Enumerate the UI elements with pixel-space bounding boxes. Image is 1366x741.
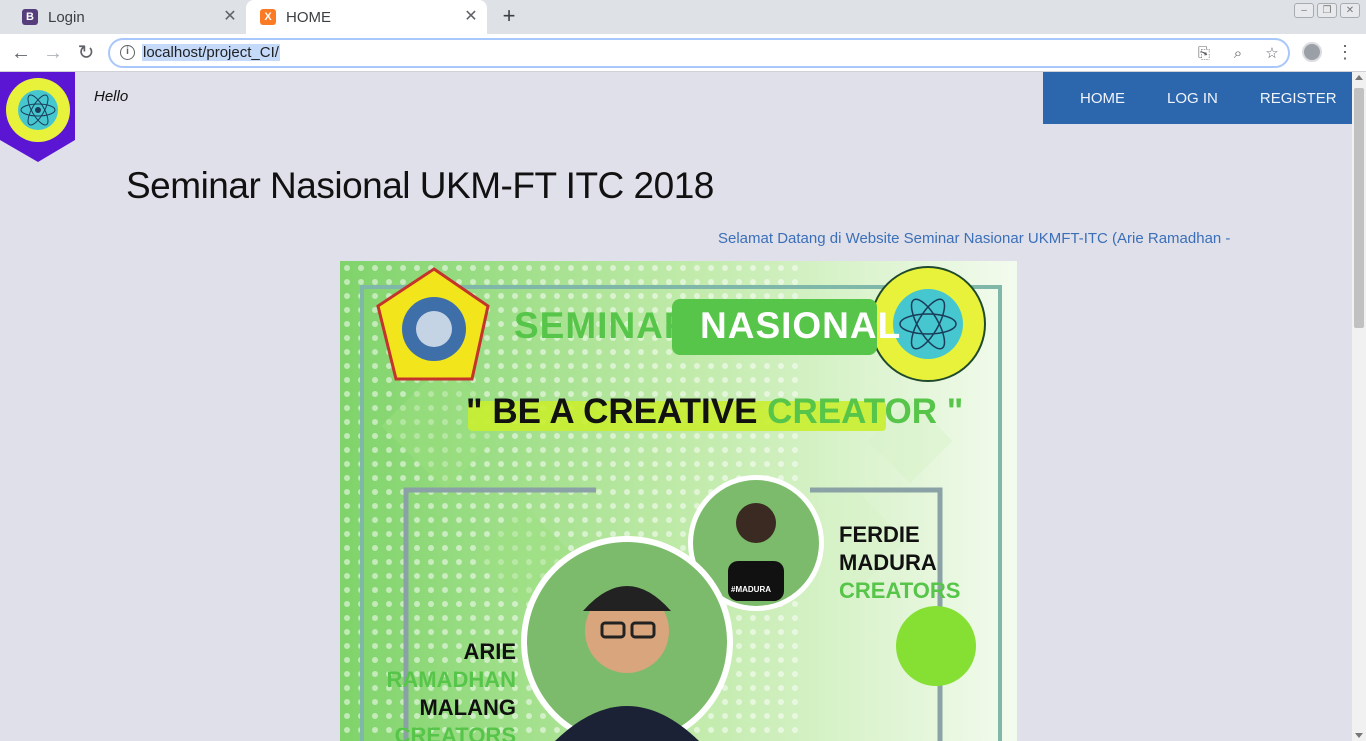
xampp-favicon-icon: X — [260, 9, 276, 25]
tagline-black: " BE A CREATIVE — [466, 392, 758, 431]
window-controls: – ❐ ✕ — [1294, 3, 1360, 18]
page-content: Hello HOME LOG IN REGISTER Seminar Nasio… — [0, 72, 1352, 741]
greeting-text: Hello — [94, 88, 129, 105]
forward-arrow-icon[interactable]: → — [42, 42, 64, 64]
profile-avatar[interactable] — [1302, 42, 1322, 62]
zoom-icon[interactable]: ⌕ — [1228, 44, 1248, 64]
reload-icon[interactable]: ↻ — [75, 42, 97, 64]
speaker2-first: ARIE — [463, 639, 516, 664]
poster-nasional-label: NASIONAL — [700, 305, 902, 346]
tagline-green: CREATOR " — [767, 392, 964, 431]
browser-tab-strip: B Login ✕ X HOME ✕ + – ❐ ✕ — [0, 0, 1366, 34]
poster-seminar-label: SEMINAR — [514, 305, 692, 346]
nav-home-link[interactable]: HOME — [1080, 90, 1125, 107]
speaker2-name: ARIE RAMADHAN — [352, 638, 516, 694]
speaker2-last: RAMADHAN — [386, 667, 516, 692]
seminar-poster: SEMINAR NASIONAL " BE A CREATIVE CREATOR… — [340, 261, 1017, 741]
speaker1-org: MADURA CREATORS — [839, 549, 1017, 605]
browser-toolbar: ← → ↻ i localhost/project_CI/ ⎘ ⌕ ☆ ⋮ — [0, 34, 1366, 72]
close-window-icon[interactable]: ✕ — [1340, 3, 1360, 18]
bookmark-star-icon[interactable]: ☆ — [1262, 44, 1282, 64]
scroll-down-icon[interactable] — [1355, 733, 1363, 738]
scrollbar-thumb[interactable] — [1354, 88, 1364, 328]
close-tab-icon[interactable]: ✕ — [463, 9, 479, 25]
poster-tagline: " BE A CREATIVE CREATOR " — [466, 392, 963, 432]
nav-register-link[interactable]: REGISTER — [1260, 90, 1337, 107]
new-tab-button[interactable]: + — [498, 5, 520, 27]
speaker2-city: MALANG — [419, 695, 516, 720]
faculty-logo-icon[interactable] — [0, 72, 75, 162]
tab-home[interactable]: X HOME ✕ — [246, 0, 487, 34]
url-text[interactable]: localhost/project_CI/ — [142, 44, 280, 61]
speaker1-name: FERDIE — [839, 522, 920, 547]
speaker1-caption: FERDIE MADURA CREATORS — [839, 521, 1017, 605]
speaker1-city: MADURA — [839, 550, 936, 575]
speaker2-group: CREATORS — [394, 723, 516, 741]
nav-login-link[interactable]: LOG IN — [1167, 90, 1218, 107]
tab-title: HOME — [286, 8, 331, 26]
menu-kebab-icon[interactable]: ⋮ — [1336, 40, 1354, 64]
shirt-text: #MADURA — [731, 585, 771, 594]
back-arrow-icon[interactable]: ← — [10, 42, 32, 64]
address-bar[interactable]: i localhost/project_CI/ ⎘ ⌕ ☆ — [108, 38, 1290, 68]
site-info-icon[interactable]: i — [120, 45, 135, 60]
restore-icon[interactable]: ❐ — [1317, 3, 1337, 18]
speaker2-org: MALANG CREATORS — [352, 694, 516, 741]
close-tab-icon[interactable]: ✕ — [222, 9, 238, 25]
page-scrollbar[interactable] — [1352, 72, 1366, 741]
scroll-up-icon[interactable] — [1355, 75, 1363, 80]
speaker1-group: CREATORS — [839, 578, 961, 603]
welcome-marquee: Selamat Datang di Website Seminar Nasion… — [718, 230, 1231, 247]
speaker2-caption: ARIE RAMADHAN MALANG CREATORS — [352, 638, 516, 741]
main-nav: HOME LOG IN REGISTER — [1043, 72, 1352, 124]
page-title: Seminar Nasional UKM-FT ITC 2018 — [126, 165, 714, 206]
bootstrap-favicon-icon: B — [22, 9, 38, 25]
translate-icon[interactable]: ⎘ — [1194, 44, 1214, 64]
minimize-icon[interactable]: – — [1294, 3, 1314, 18]
tab-login[interactable]: B Login ✕ — [8, 0, 246, 34]
tab-title: Login — [48, 8, 85, 26]
